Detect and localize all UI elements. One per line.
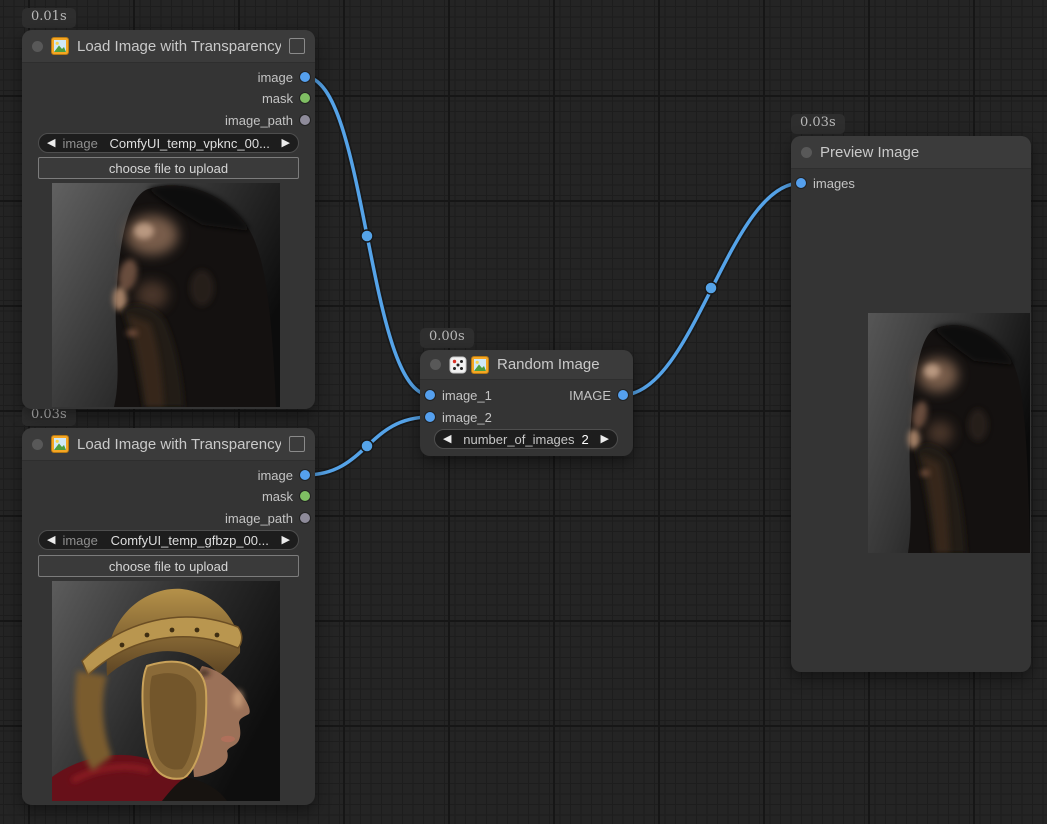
decrement-icon[interactable]: ◀ (443, 434, 451, 445)
picture-icon (51, 37, 69, 55)
node-load-image-top[interactable]: Load Image with Transparency image mask … (22, 30, 315, 409)
node-preview-photo-bearded-man (52, 183, 280, 407)
link-midpoint-handle[interactable] (361, 230, 373, 242)
node-header[interactable]: Random Image (420, 350, 633, 380)
combo-label: image (62, 533, 97, 548)
picture-icon (51, 435, 69, 453)
exec-time-badge-load2: 0.03s (22, 406, 76, 426)
collapse-dot[interactable] (32, 439, 43, 450)
link-midpoint-handle[interactable] (361, 440, 373, 452)
node-title: Load Image with Transparency (77, 436, 281, 453)
input-port-images: images (796, 174, 855, 192)
link-midpoint-handle[interactable] (705, 282, 717, 294)
output-dot-image[interactable] (300, 72, 310, 82)
collapse-dot[interactable] (801, 147, 812, 158)
port-label: image_path (225, 113, 293, 128)
exec-time-badge-random: 0.00s (420, 328, 474, 348)
combo-prev-icon[interactable]: ◀ (47, 138, 55, 149)
port-label: IMAGE (569, 388, 611, 403)
exec-time-badge-load1: 0.01s (22, 8, 76, 28)
widget-label: number_of_images (463, 432, 574, 447)
node-checkbox[interactable] (289, 38, 305, 54)
port-label: image_1 (442, 388, 492, 403)
output-dot-mask[interactable] (300, 491, 310, 501)
widget-value: 2 (582, 432, 589, 447)
output-port-image-path: image_path (225, 509, 310, 527)
output-dot-image[interactable] (618, 390, 628, 400)
port-label: images (813, 176, 855, 191)
node-title: Random Image (497, 356, 600, 373)
collapse-dot[interactable] (32, 41, 43, 52)
port-label: mask (262, 91, 293, 106)
combo-label: image (62, 136, 97, 151)
node-title: Load Image with Transparency (77, 38, 281, 55)
output-dot-image-path[interactable] (300, 115, 310, 125)
node-checkbox[interactable] (289, 436, 305, 452)
output-port-image: image (258, 466, 310, 484)
port-label: image (258, 468, 293, 483)
output-port-image-path: image_path (225, 111, 310, 129)
dice-icon (449, 356, 467, 374)
combo-next-icon[interactable]: ▶ (282, 138, 290, 149)
comfyui-node-canvas[interactable]: { "colors": { "canvas_bg": "#242424", "n… (0, 0, 1047, 824)
node-preview-photo-roman-soldier (52, 581, 280, 801)
output-port-image: image (258, 68, 310, 86)
output-port-image: IMAGE (569, 386, 628, 404)
node-random-image[interactable]: Random Image image_1 image_2 IMAGE ◀ num… (420, 350, 633, 456)
combo-prev-icon[interactable]: ◀ (47, 535, 55, 546)
input-port-image-1: image_1 (425, 386, 492, 404)
node-preview-image[interactable]: Preview Image images (791, 136, 1031, 672)
node-header[interactable]: Preview Image (791, 136, 1031, 169)
increment-icon[interactable]: ▶ (601, 434, 609, 445)
output-dot-image[interactable] (300, 470, 310, 480)
port-label: image (258, 70, 293, 85)
input-dot-image-2[interactable] (425, 412, 435, 422)
output-port-mask: mask (262, 487, 310, 505)
number-of-images-widget[interactable]: ◀ number_of_images 2 ▶ (434, 429, 618, 449)
combo-value: ComfyUI_temp_vpknc_00... (98, 136, 282, 151)
node-load-image-bottom[interactable]: Load Image with Transparency image mask … (22, 428, 315, 805)
output-dot-mask[interactable] (300, 93, 310, 103)
node-header[interactable]: Load Image with Transparency (22, 428, 315, 461)
choose-file-button[interactable]: choose file to upload (38, 555, 299, 577)
image-combo-widget[interactable]: ◀ image ComfyUI_temp_vpknc_00... ▶ (38, 133, 299, 153)
port-label: image_path (225, 511, 293, 526)
picture-icon (471, 356, 489, 374)
input-port-image-2: image_2 (425, 408, 492, 426)
exec-time-badge-preview: 0.03s (791, 114, 845, 134)
port-label: mask (262, 489, 293, 504)
combo-value: ComfyUI_temp_gfbzp_00... (98, 533, 282, 548)
collapse-dot[interactable] (430, 359, 441, 370)
port-label: image_2 (442, 410, 492, 425)
output-dot-image-path[interactable] (300, 513, 310, 523)
preview-photo-bearded-man (868, 313, 1030, 553)
choose-file-button[interactable]: choose file to upload (38, 157, 299, 179)
node-title: Preview Image (820, 144, 919, 161)
output-port-mask: mask (262, 89, 310, 107)
node-header[interactable]: Load Image with Transparency (22, 30, 315, 63)
input-dot-images[interactable] (796, 178, 806, 188)
image-combo-widget[interactable]: ◀ image ComfyUI_temp_gfbzp_00... ▶ (38, 530, 299, 550)
combo-next-icon[interactable]: ▶ (282, 535, 290, 546)
input-dot-image-1[interactable] (425, 390, 435, 400)
